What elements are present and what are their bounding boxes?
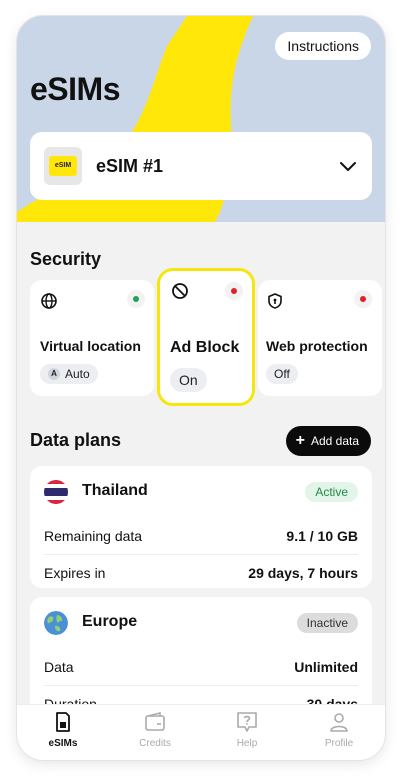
status-indicator [127,290,145,308]
web-protection-card[interactable]: Web protection Off [258,280,382,396]
bottom-tab-bar: eSIMs Credits Help Profile [17,704,385,760]
phone-frame: Instructions eSIMs eSIM eSIM #1 Security… [17,16,385,760]
status-dot [133,296,139,302]
status-badge: Active [305,482,358,502]
virtual-location-value-text: Auto [65,367,90,381]
globe-europe-icon [44,611,68,635]
esim-name: eSIM #1 [96,155,164,176]
add-data-button[interactable]: + Add data [285,426,371,456]
ad-block-value: On [170,368,207,392]
virtual-location-card[interactable]: Virtual location A Auto [30,280,154,396]
add-data-label: Add data [310,434,359,448]
plus-icon: + [295,432,305,449]
sim-chip-label: eSIM [49,156,77,176]
virtual-location-label: Virtual location [40,338,141,354]
status-dot [360,296,366,302]
web-protection-label: Web protection [266,338,368,354]
chevron-down-icon[interactable] [338,156,358,176]
thailand-flag-icon [44,480,68,504]
esim-thumbnail: eSIM [44,147,82,185]
tab-label: Help [236,738,258,749]
help-icon [237,712,257,732]
page-title: eSIMs [30,71,120,107]
tab-label: Credits [139,738,171,749]
virtual-location-value: A Auto [40,364,98,384]
plan-row: Remaining data 9.1 / 10 GB [44,518,358,554]
block-icon [172,283,188,299]
profile-icon [330,713,348,732]
status-indicator [225,282,243,300]
tab-label: eSIMs [48,738,78,749]
tab-esims[interactable]: eSIMs [17,705,109,760]
plan-header: Thailand Active [30,466,372,518]
plan-name: Europe [82,613,138,630]
security-section-title: Security [30,249,102,269]
row-value: 29 days, 7 hours [248,564,358,581]
plan-card-thailand[interactable]: Thailand Active Remaining data 9.1 / 10 … [30,466,372,588]
auto-badge: A [48,368,60,380]
tab-label: Profile [324,738,354,749]
plan-row: Expires in 29 days, 7 hours [44,554,358,590]
hero-banner: Instructions eSIMs eSIM eSIM #1 [17,16,385,222]
status-indicator [354,290,372,308]
row-label: Data [44,659,74,675]
tab-help[interactable]: Help [201,705,293,760]
plan-row: Data Unlimited [44,649,358,685]
ad-block-card[interactable]: Ad Block On [157,268,255,406]
instructions-button[interactable]: Instructions [275,32,371,60]
status-badge: Inactive [296,613,358,633]
row-value: Unlimited [294,659,358,675]
esim-selector[interactable]: eSIM eSIM #1 [30,132,372,200]
web-protection-value: Off [266,364,298,384]
row-value: 9.1 / 10 GB [286,528,358,544]
shield-icon [268,293,282,309]
wallet-icon [145,711,165,731]
row-label: Expires in [44,564,106,581]
globe-icon [41,293,57,309]
plan-header: Europe Inactive [30,597,372,649]
data-plans-section-title: Data plans [30,430,122,450]
plan-name: Thailand [82,482,148,499]
ad-block-label: Ad Block [170,339,240,356]
status-dot [231,288,237,294]
sim-icon [56,712,70,732]
tab-credits[interactable]: Credits [109,705,201,760]
row-label: Remaining data [44,528,143,544]
tab-profile[interactable]: Profile [293,705,385,760]
